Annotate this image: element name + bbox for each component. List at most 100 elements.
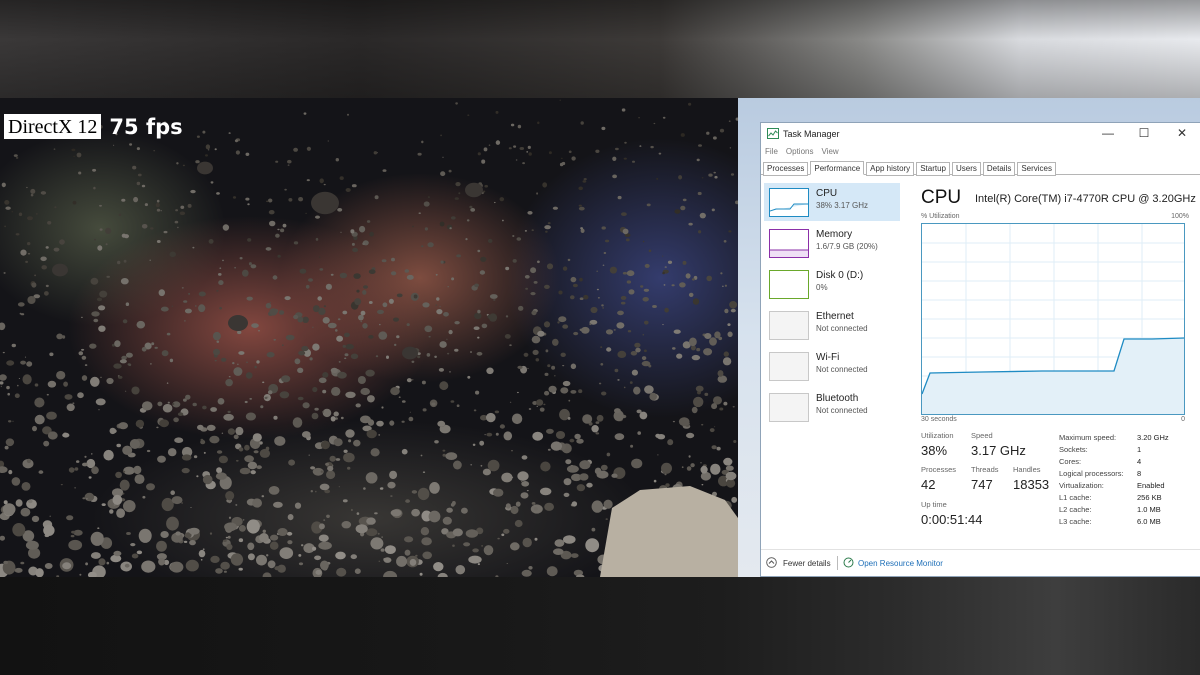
asteroid	[293, 241, 299, 245]
asteroid	[493, 488, 504, 497]
asteroid	[222, 224, 230, 231]
asteroid	[723, 351, 729, 357]
asteroid	[455, 182, 461, 187]
tab-app-history[interactable]: App history	[866, 162, 915, 176]
asteroid	[101, 503, 106, 506]
menu-file[interactable]: File	[765, 147, 778, 156]
asteroid	[411, 508, 420, 517]
sidebar-item-bluetooth[interactable]: Bluetooth Not connected	[764, 388, 900, 426]
asteroid	[82, 462, 88, 467]
asteroid	[609, 266, 618, 274]
asteroid	[49, 515, 51, 517]
asteroid	[198, 304, 206, 313]
asteroid	[351, 184, 357, 188]
sidebar-item-ethernet[interactable]: Ethernet Not connected	[764, 306, 900, 344]
asteroid	[66, 403, 75, 412]
asteroid	[1, 182, 6, 188]
asteroid	[245, 152, 250, 156]
asteroid	[595, 149, 600, 153]
asteroid	[421, 380, 426, 385]
asteroid	[79, 573, 82, 576]
asteroid	[713, 171, 716, 174]
asteroid	[91, 466, 99, 475]
tab-users[interactable]: Users	[951, 162, 981, 176]
asteroid	[495, 432, 499, 436]
asteroid	[175, 209, 179, 212]
asteroid	[709, 428, 715, 433]
asteroid	[605, 329, 614, 335]
asteroid	[600, 464, 608, 471]
asteroid	[678, 175, 683, 180]
chevron-up-icon[interactable]	[766, 557, 777, 568]
tab-details[interactable]: Details	[982, 162, 1016, 176]
asteroid	[646, 203, 651, 207]
asteroid	[26, 458, 31, 464]
asteroid	[59, 239, 65, 245]
asteroid	[174, 220, 179, 224]
tab-startup[interactable]: Startup	[916, 162, 950, 176]
cpu-thumbnail	[769, 188, 809, 217]
asteroid	[117, 375, 123, 379]
asteroid	[540, 487, 552, 496]
sidebar-item-cpu[interactable]: CPU 38% 3.17 GHz	[764, 183, 900, 221]
asteroid	[517, 471, 529, 481]
asteroid	[216, 290, 219, 292]
asteroid	[447, 286, 450, 288]
asteroid	[74, 487, 76, 489]
asteroid	[228, 132, 231, 134]
asteroid	[720, 272, 723, 275]
asteroid	[46, 393, 49, 396]
asteroid	[417, 487, 430, 501]
asteroid	[700, 462, 702, 464]
asteroid	[272, 275, 278, 280]
menu-options[interactable]: Options	[786, 147, 814, 156]
asteroid	[96, 297, 103, 302]
asteroid	[629, 381, 633, 384]
asteroid	[567, 258, 571, 262]
tab-services[interactable]: Services	[1017, 162, 1057, 176]
maximize-button[interactable]: ☐	[1131, 125, 1157, 141]
asteroid	[84, 455, 87, 458]
menu-view[interactable]: View	[821, 147, 838, 156]
close-button[interactable]: ✕	[1169, 125, 1195, 141]
asteroid	[709, 337, 717, 346]
asteroid	[184, 320, 186, 322]
title-bar[interactable]: Task Manager — ☐ ✕	[761, 123, 1200, 145]
asteroid	[233, 367, 243, 376]
asteroid	[580, 227, 583, 230]
asteroid	[90, 531, 104, 546]
asteroid	[284, 188, 287, 191]
sidebar-item-disk[interactable]: Disk 0 (D:) 0%	[764, 265, 900, 303]
asteroid	[517, 365, 523, 369]
open-resource-monitor-link[interactable]: Open Resource Monitor	[858, 559, 943, 568]
asteroid	[672, 347, 676, 350]
sidebar-item-memory[interactable]: Memory 1.6/7.9 GB (20%)	[764, 224, 900, 262]
minimize-button[interactable]: —	[1095, 125, 1121, 141]
asteroid	[207, 149, 210, 151]
asteroid	[216, 450, 223, 454]
asteroid	[436, 297, 440, 301]
asteroid	[452, 528, 463, 537]
asteroid	[76, 152, 82, 158]
asteroid	[301, 544, 304, 547]
asteroid	[685, 273, 691, 279]
asteroid	[518, 305, 524, 311]
fewer-details-link[interactable]: Fewer details	[783, 559, 831, 568]
asteroid	[93, 186, 96, 190]
asteroid	[583, 178, 587, 181]
asteroid	[404, 549, 411, 556]
asteroid	[487, 238, 493, 243]
asteroid	[547, 222, 551, 225]
asteroid	[62, 432, 70, 438]
tab-processes[interactable]: Processes	[763, 162, 809, 176]
sidebar-item-wifi[interactable]: Wi-Fi Not connected	[764, 347, 900, 385]
asteroid	[136, 320, 146, 329]
tab-performance[interactable]: Performance	[810, 161, 865, 175]
asteroid	[454, 197, 459, 200]
asteroid	[235, 426, 244, 436]
asteroid	[450, 400, 455, 403]
asteroid	[12, 523, 26, 537]
resource-monitor-icon[interactable]	[843, 557, 854, 568]
asteroid	[494, 410, 500, 414]
asteroid	[310, 466, 316, 470]
